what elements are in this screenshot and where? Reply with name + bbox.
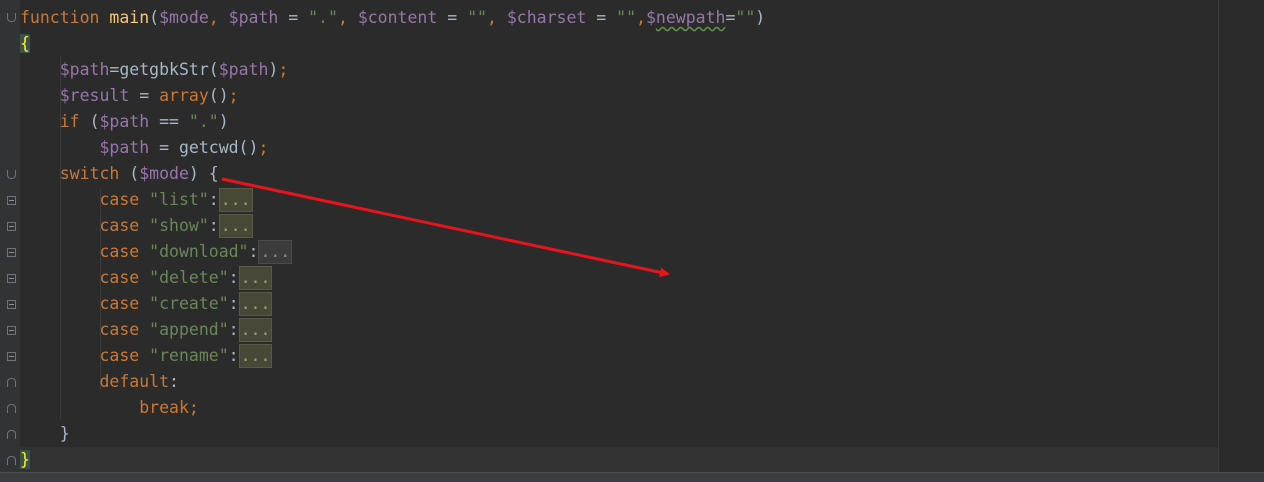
annotation-arrow	[221, 177, 670, 278]
annotation-arrow-line	[221, 177, 670, 278]
code-editor[interactable]: function main($mode, $path = ".", $conte…	[0, 0, 1264, 482]
